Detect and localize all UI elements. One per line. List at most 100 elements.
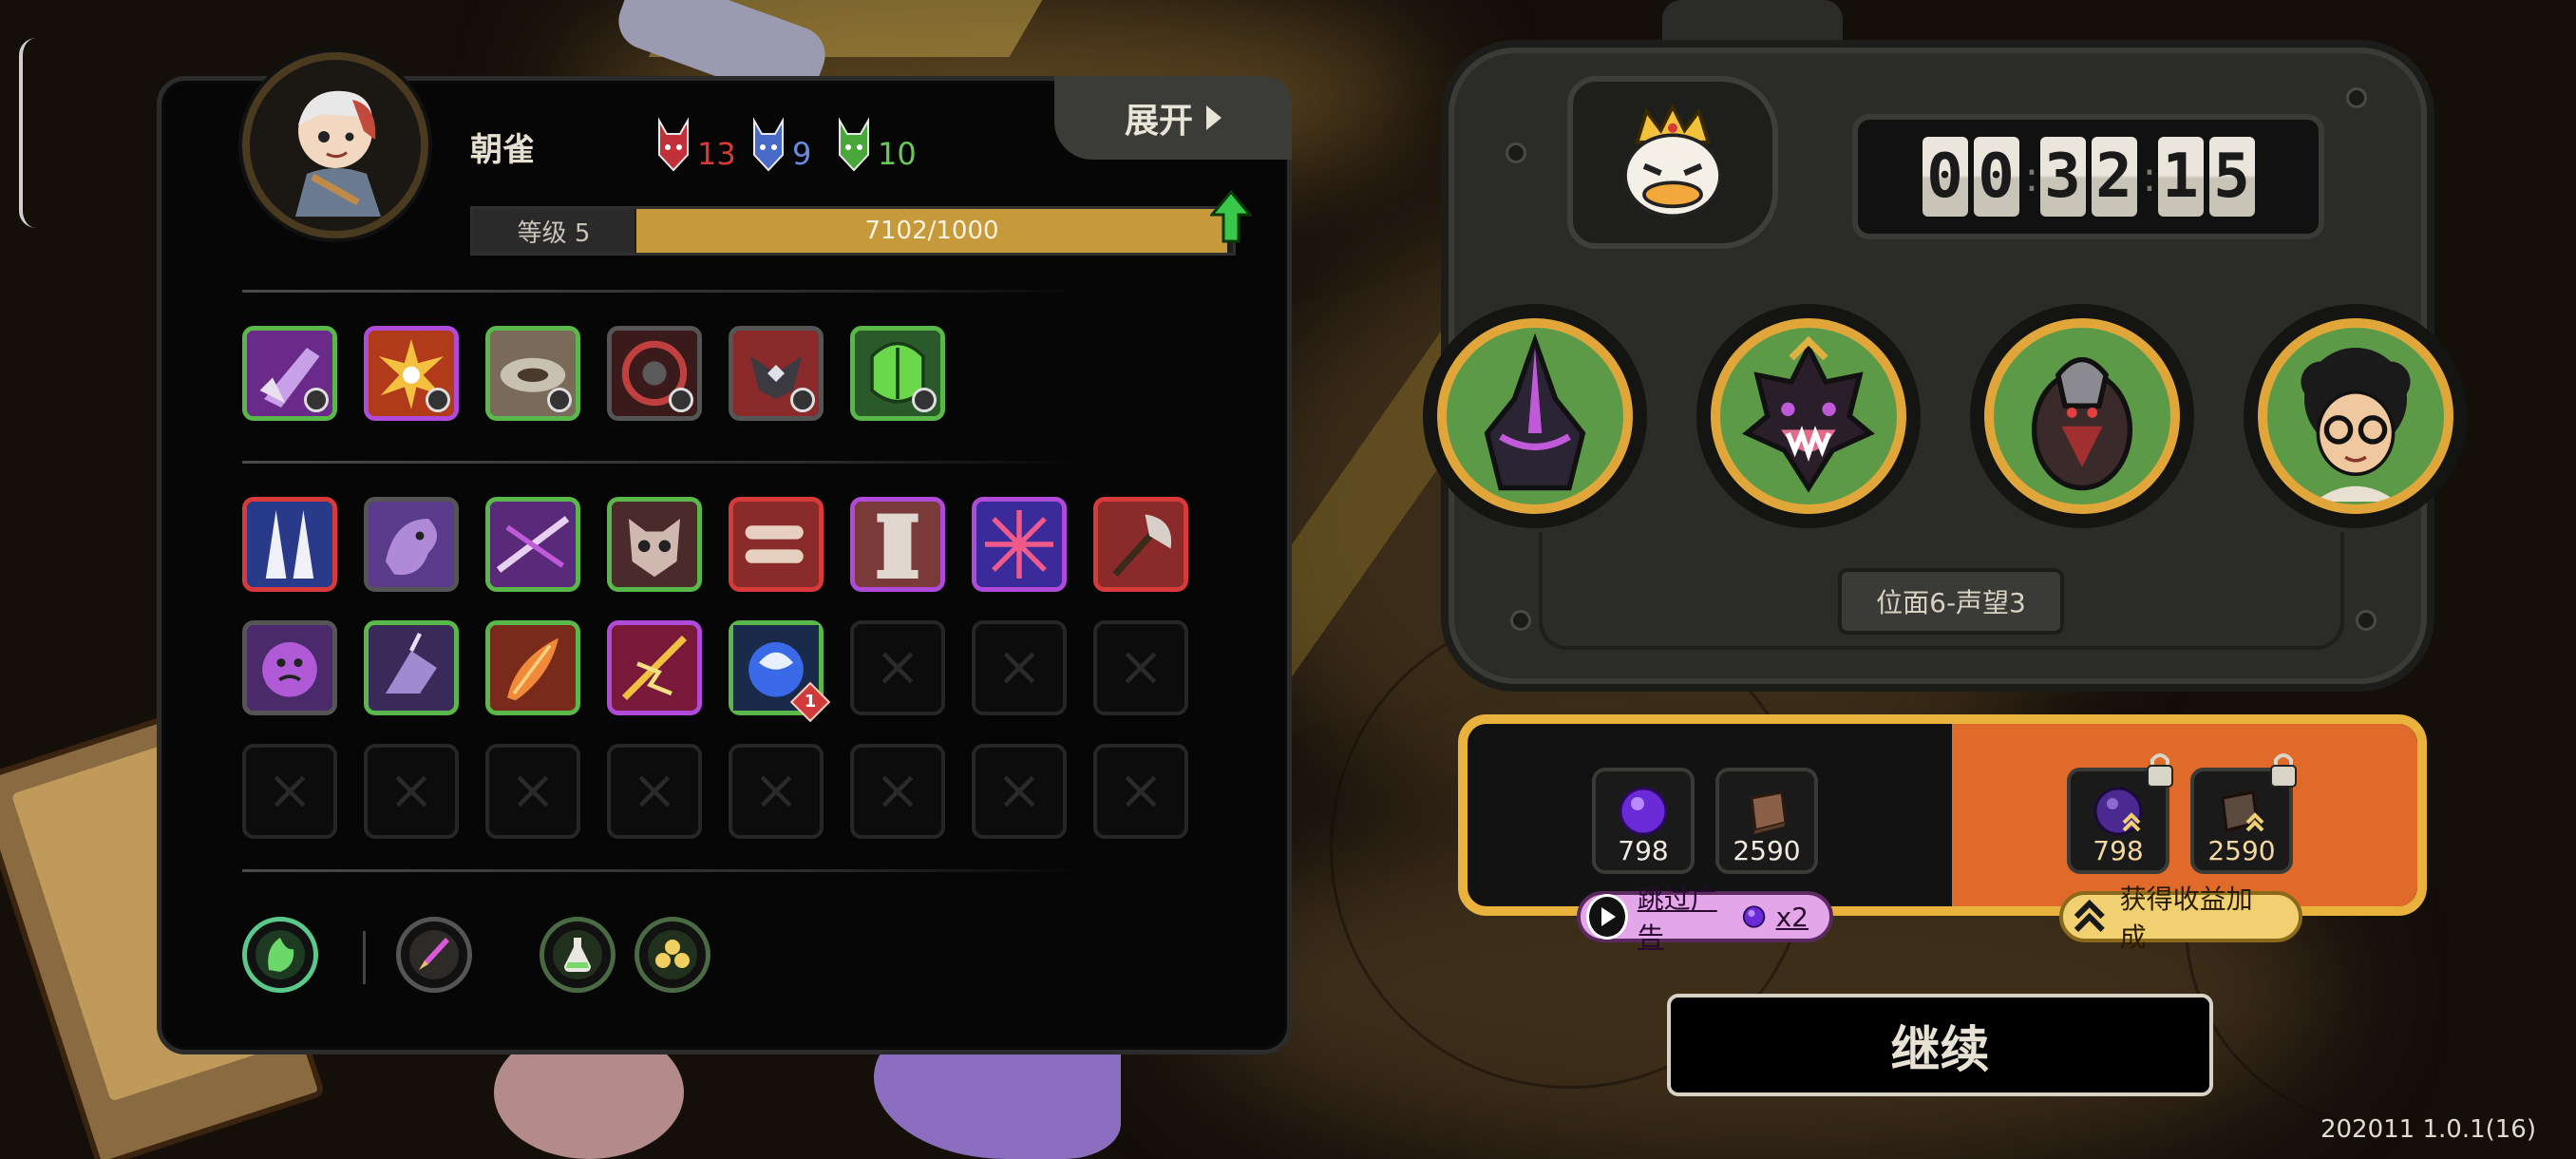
empty-slot[interactable] — [1093, 744, 1188, 839]
skill-slot[interactable] — [607, 497, 702, 592]
xp-text: 7102/1000 — [864, 217, 999, 245]
faction-green-count: 10 — [878, 136, 917, 172]
skill-slot[interactable] — [729, 326, 824, 421]
level-bar: 等级 5 7102/1000 — [470, 190, 1252, 256]
purple-beast-icon — [369, 502, 454, 587]
character-name: 朝雀 — [470, 131, 535, 169]
expand-button[interactable]: 展开 — [1054, 76, 1292, 160]
empty-slot[interactable] — [850, 620, 945, 715]
skill-slot[interactable] — [972, 497, 1067, 592]
skill-slot[interactable] — [242, 620, 337, 715]
timer-digit: 5 — [2208, 137, 2255, 217]
curly-hair-glasses-icon — [2301, 348, 2411, 502]
purple-gem-boost-icon — [2093, 787, 2143, 836]
empty-slot[interactable] — [485, 744, 580, 839]
skill-slot[interactable] — [364, 497, 459, 592]
empty-slot-icon — [274, 775, 306, 808]
empty-slot-icon — [1125, 652, 1157, 684]
skill-slot[interactable] — [242, 326, 337, 421]
skill-slot[interactable] — [850, 326, 945, 421]
level-label: 等级 5 — [473, 209, 635, 253]
dark-knight-icon — [1484, 332, 1586, 491]
dagger-icon — [409, 930, 459, 979]
skill-slot[interactable] — [607, 326, 702, 421]
empty-slot[interactable] — [607, 744, 702, 839]
get-bonus-button[interactable]: 获得收益加成 — [2059, 884, 2302, 953]
hero-slot-2[interactable] — [1696, 304, 1921, 528]
battle-axe-icon — [1098, 502, 1184, 587]
empty-slot[interactable] — [242, 744, 337, 839]
reward-gem: 798 — [1592, 768, 1695, 874]
skill-slot[interactable] — [485, 497, 580, 592]
continue-button[interactable]: 继续 — [1667, 994, 2213, 1096]
skill-slot[interactable] — [242, 497, 337, 592]
faction-green: 10 — [836, 117, 917, 172]
faction-blue: 9 — [750, 117, 811, 172]
play-arrow-icon — [1206, 105, 1222, 130]
item-count: 1 — [804, 692, 817, 712]
skill-slot[interactable] — [1093, 497, 1188, 592]
skill-level-badge-icon — [790, 388, 815, 412]
empty-slot[interactable] — [972, 744, 1067, 839]
skill-slot[interactable] — [364, 620, 459, 715]
demon-skull-icon — [612, 502, 697, 587]
skill-slot[interactable] — [607, 620, 702, 715]
expand-label: 展开 — [1124, 102, 1193, 141]
purple-rider-icon — [369, 625, 454, 711]
empty-slot-icon — [395, 775, 427, 808]
lightning-spear-icon — [612, 625, 697, 711]
level-up-arrow-icon[interactable] — [1210, 190, 1252, 243]
play-icon — [1586, 894, 1628, 940]
skill-slot[interactable] — [850, 497, 945, 592]
get-bonus-label: 获得收益加成 — [2119, 884, 2253, 953]
green-mask-icon — [839, 117, 869, 172]
leather-book-icon — [1750, 790, 1788, 834]
skill-slot[interactable]: 1 — [729, 620, 831, 723]
character-avatar[interactable] — [242, 52, 428, 238]
skill-level-badge-icon — [304, 388, 329, 412]
twin-bullets-icon — [733, 502, 819, 587]
empty-slot[interactable] — [850, 744, 945, 839]
skip-ad-button[interactable]: 跳过广告 x2 — [1577, 884, 1833, 953]
empty-slot[interactable] — [1093, 620, 1188, 715]
skill-level-badge-icon — [912, 388, 937, 412]
leather-book-boost-icon — [2221, 790, 2264, 832]
fire-feather-icon — [490, 625, 576, 711]
empty-slot[interactable] — [972, 620, 1067, 715]
empty-slot-icon — [881, 775, 914, 808]
blue-mask-icon — [753, 117, 784, 172]
ability-green-spirit[interactable] — [242, 917, 318, 993]
ability-triple-orb[interactable] — [635, 917, 710, 993]
hero-slot-3[interactable] — [1970, 304, 2194, 528]
red-mask-icon — [658, 117, 689, 172]
skill-slot[interactable] — [729, 497, 824, 592]
skill-slot[interactable] — [485, 620, 580, 715]
empty-slot-icon — [638, 775, 671, 808]
rivet — [2346, 87, 2367, 108]
ability-potion[interactable] — [540, 917, 616, 993]
character-portrait-icon — [295, 90, 381, 217]
skill-slot[interactable] — [485, 326, 580, 421]
timer-colon: : — [2142, 152, 2157, 201]
ability-dagger[interactable] — [396, 917, 472, 993]
version-text: 202011 1.0.1(16) — [2320, 1115, 2536, 1144]
crowned-duck-icon — [1623, 103, 1722, 218]
skill-level-badge-icon — [426, 388, 450, 412]
hero-slot-4[interactable] — [2244, 304, 2468, 528]
skill-level-badge-icon — [669, 388, 693, 412]
reward-book-value: 2590 — [1733, 835, 1801, 866]
skip-ad-label: 跳过广告 — [1637, 884, 1717, 953]
skill-slot[interactable] — [364, 326, 459, 421]
empty-slot[interactable] — [729, 744, 824, 839]
bonus-reward-book-value: 2590 — [2207, 835, 2276, 866]
empty-slot[interactable] — [364, 744, 459, 839]
green-spirit-icon — [256, 930, 305, 979]
hero-slot-1[interactable] — [1423, 304, 1647, 528]
purple-gem-icon — [1743, 905, 1766, 928]
divider — [242, 869, 1078, 872]
timer-colon: : — [2024, 152, 2039, 201]
reward-book: 2590 — [1715, 768, 1818, 874]
empty-slot-icon — [760, 775, 792, 808]
double-chevron-up-icon — [2074, 899, 2105, 932]
empty-slot-icon — [881, 652, 914, 684]
